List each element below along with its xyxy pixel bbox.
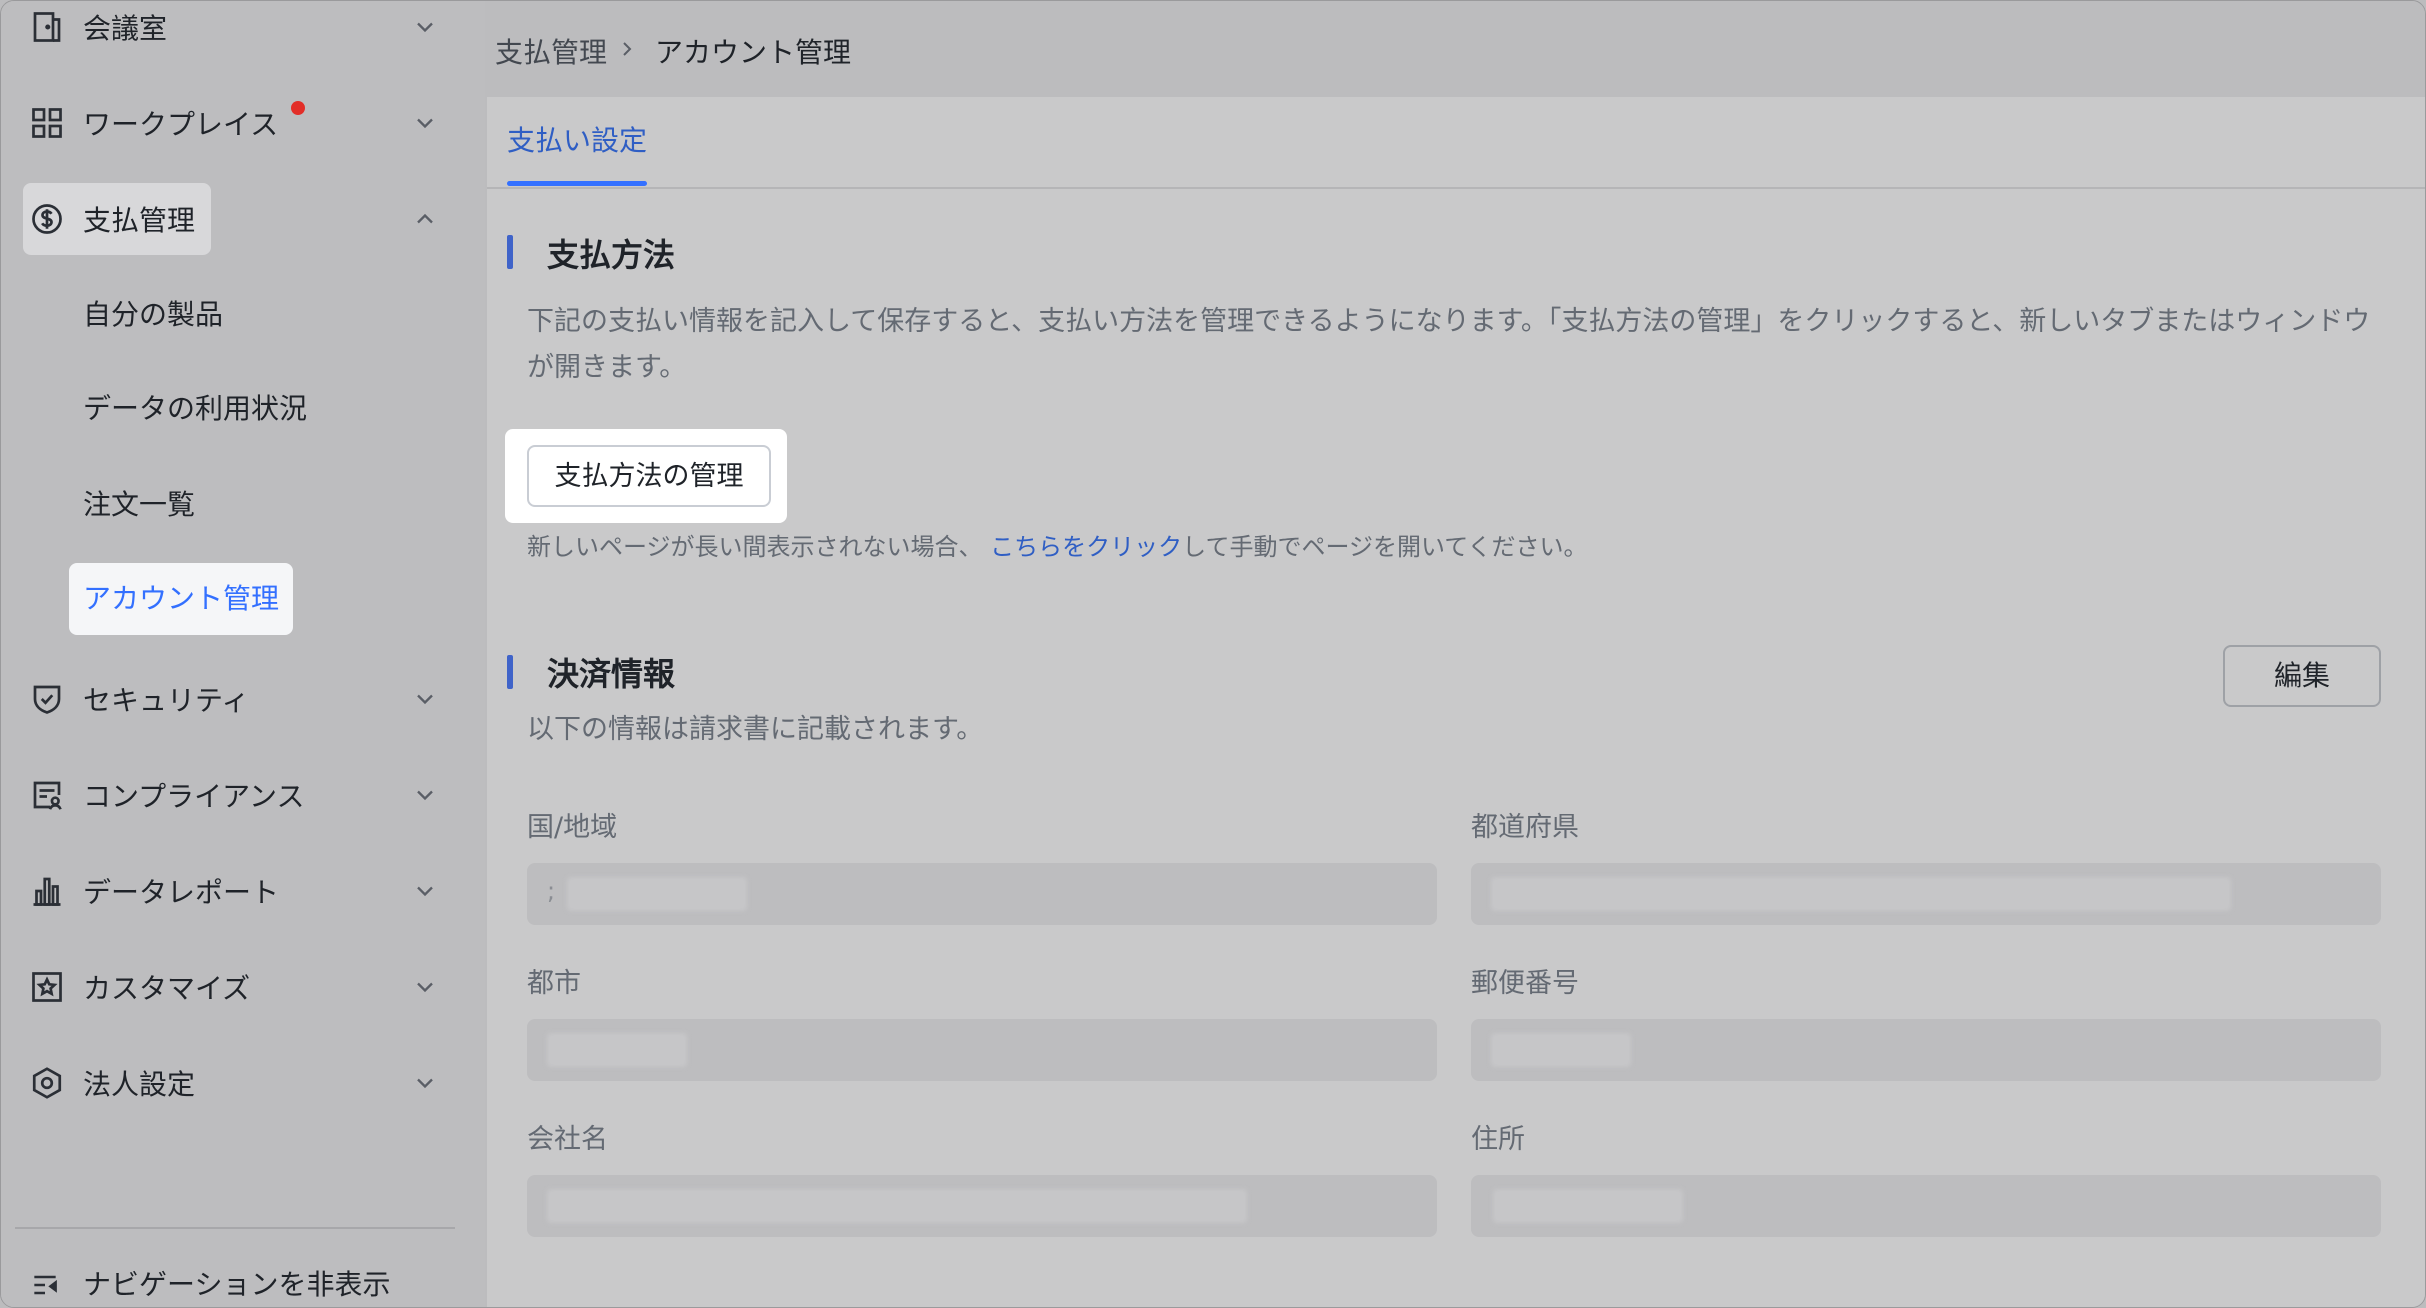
billing-info-description: 以下の情報は請求書に記載されます。 bbox=[527, 714, 984, 745]
grid-icon bbox=[32, 108, 62, 138]
chevron-up-icon[interactable] bbox=[411, 205, 439, 233]
note-text-after: して手動でページを開いてください。 bbox=[1182, 533, 1588, 561]
dollar-icon bbox=[32, 204, 62, 234]
sidebar-item-workplace[interactable]: ワークプレイス bbox=[1, 83, 485, 163]
sidebar-item-label: カスタマイズ bbox=[83, 972, 251, 1005]
sidebar-item-security[interactable]: セキュリティ bbox=[1, 659, 485, 739]
country-field[interactable]: ; bbox=[527, 863, 1437, 925]
sidebar-item-payment[interactable]: 支払管理 bbox=[1, 179, 485, 259]
tab-payment-settings[interactable]: 支払い設定 bbox=[507, 119, 647, 159]
chevron-down-icon[interactable] bbox=[411, 1069, 439, 1097]
prefecture-field[interactable] bbox=[1471, 863, 2381, 925]
note-text-before: 新しいページが長い間表示されない場合、 bbox=[527, 533, 983, 561]
sidebar-item-label: 会議室 bbox=[83, 12, 168, 45]
redacted-value bbox=[1491, 877, 2231, 911]
payment-note: 新しいページが長い間表示されない場合、 こちらをクリックして手動でページを開いて… bbox=[527, 527, 1588, 562]
sidebar-item-data-report[interactable]: データレポート bbox=[1, 851, 485, 931]
breadcrumb-parent[interactable]: 支払管理 bbox=[495, 31, 607, 71]
redacted-value bbox=[547, 1033, 687, 1067]
sidebar-item-meeting-room[interactable]: 会議室 bbox=[1, 1, 485, 67]
section-marker bbox=[507, 235, 513, 269]
tab-active-indicator bbox=[507, 181, 647, 186]
field-label-company-name: 会社名 bbox=[527, 1124, 608, 1155]
field-label-prefecture: 都道府県 bbox=[1471, 812, 1579, 843]
sidebar-item-customize[interactable]: カスタマイズ bbox=[1, 947, 485, 1027]
sidebar: 会議室 ワークプレイス 支払管理 自分の製品 データの利用状況 注文一覧 アカウ… bbox=[1, 1, 485, 1307]
redacted-value bbox=[547, 1189, 1247, 1223]
section-title-payment-method: 支払方法 bbox=[547, 236, 676, 274]
city-field[interactable] bbox=[527, 1019, 1437, 1081]
field-label-country: 国/地域 bbox=[527, 812, 618, 843]
chevron-right-icon bbox=[623, 42, 632, 56]
chevron-down-icon[interactable] bbox=[411, 973, 439, 1001]
sidebar-divider bbox=[15, 1227, 455, 1229]
field-label-address: 住所 bbox=[1471, 1124, 1525, 1155]
hide-navigation-label: ナビゲーションを非表示 bbox=[83, 1268, 391, 1301]
chevron-down-icon[interactable] bbox=[411, 13, 439, 41]
sidebar-item-label: データレポート bbox=[83, 876, 280, 909]
edit-button[interactable]: 編集 bbox=[2223, 645, 2381, 707]
redacted-value bbox=[1491, 1033, 1631, 1067]
sidebar-subitem-orders[interactable]: 注文一覧 bbox=[83, 475, 195, 535]
bar-chart-icon bbox=[33, 877, 61, 906]
chevron-down-icon[interactable] bbox=[411, 781, 439, 809]
app-window: 会議室 ワークプレイス 支払管理 自分の製品 データの利用状況 注文一覧 アカウ… bbox=[0, 0, 2426, 1308]
main-panel bbox=[487, 97, 2425, 1307]
hide-navigation-button[interactable]: ナビゲーションを非表示 bbox=[1, 1251, 485, 1307]
redacted-value bbox=[1493, 1189, 1683, 1223]
shield-icon bbox=[33, 685, 61, 714]
chevron-down-icon[interactable] bbox=[411, 877, 439, 905]
compliance-icon bbox=[33, 781, 62, 810]
tab-bar-divider bbox=[487, 187, 2425, 189]
hexagon-gear-icon bbox=[32, 1067, 62, 1099]
postal-code-field[interactable] bbox=[1471, 1019, 2381, 1081]
address-field[interactable] bbox=[1471, 1175, 2381, 1237]
field-label-postal-code: 郵便番号 bbox=[1471, 968, 1579, 999]
notification-badge bbox=[291, 101, 305, 115]
section-title-billing-info: 決済情報 bbox=[547, 655, 676, 693]
manage-payment-method-button[interactable]: 支払方法の管理 bbox=[527, 445, 771, 507]
country-value: ; bbox=[547, 877, 556, 905]
sidebar-item-compliance[interactable]: コンプライアンス bbox=[1, 755, 485, 835]
sidebar-item-label: 支払管理 bbox=[83, 204, 196, 237]
breadcrumb-current: アカウント管理 bbox=[655, 36, 852, 69]
sidebar-subitem-my-products[interactable]: 自分の製品 bbox=[83, 285, 223, 345]
sidebar-item-label: コンプライアンス bbox=[83, 780, 305, 813]
chevron-down-icon[interactable] bbox=[411, 685, 439, 713]
payment-method-description: 下記の支払い情報を記入して保存すると、支払い方法を管理できるようになります。「支… bbox=[527, 306, 2371, 383]
sidebar-item-label: セキュリティ bbox=[83, 684, 250, 717]
redacted-value bbox=[567, 877, 747, 911]
sidebar-subitem-data-usage[interactable]: データの利用状況 bbox=[83, 379, 307, 439]
sidebar-item-corporate-settings[interactable]: 法人設定 bbox=[1, 1043, 485, 1123]
star-box-icon bbox=[32, 972, 62, 1002]
sidebar-subitem-label: アカウント管理 bbox=[83, 582, 280, 615]
sidebar-item-label: ワークプレイス bbox=[83, 108, 279, 141]
door-icon bbox=[33, 12, 61, 42]
section-marker bbox=[507, 655, 513, 689]
sidebar-item-label: 法人設定 bbox=[83, 1068, 196, 1101]
field-label-city: 都市 bbox=[527, 968, 581, 999]
chevron-down-icon[interactable] bbox=[411, 109, 439, 137]
click-here-link[interactable]: こちらをクリック bbox=[990, 533, 1182, 561]
collapse-nav-icon bbox=[34, 1275, 57, 1295]
company-name-field[interactable] bbox=[527, 1175, 1437, 1237]
